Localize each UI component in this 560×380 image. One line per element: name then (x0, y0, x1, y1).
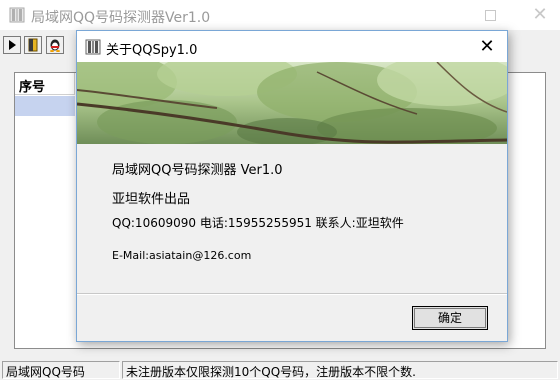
start-play-button[interactable] (3, 36, 21, 54)
contact-info-text: QQ:10609090 电话:15955255951 联系人:亚坦软件 (112, 216, 404, 230)
qq-penguin-icon (50, 39, 60, 52)
column-header-index[interactable]: 序号 (15, 73, 75, 95)
list-item[interactable] (15, 96, 75, 116)
ok-button[interactable]: 确定 (412, 306, 488, 330)
about-dialog: 关于QQSpy1.0 ✕ 局域网QQ号码探测器 Ver1.0 亚坦软件出品 QQ… (76, 30, 508, 342)
dialog-close-icon[interactable]: ✕ (475, 36, 499, 58)
publisher-text: 亚坦软件出品 (112, 192, 191, 207)
main-window-titlebar: 局域网QQ号码探测器Ver1.0 ✕ (0, 0, 560, 30)
email-text: E-Mail:asiatain@126.com (112, 249, 252, 262)
door-icon (28, 38, 38, 52)
maximize-icon[interactable] (485, 10, 496, 21)
banner-image (77, 62, 507, 144)
qq-button[interactable] (46, 36, 64, 54)
play-icon (9, 40, 16, 50)
product-name-text: 局域网QQ号码探测器 Ver1.0 (112, 163, 283, 178)
status-left-text: 局域网QQ号码 (2, 361, 120, 379)
exit-door-button[interactable] (24, 36, 42, 54)
status-bar: 局域网QQ号码 未注册版本仅限探测10个QQ号码，注册版本不限个数. (0, 360, 560, 380)
app-book-icon (9, 7, 25, 23)
dialog-book-icon (85, 39, 101, 55)
main-close-icon[interactable]: ✕ (528, 4, 552, 26)
dialog-title: 关于QQSpy1.0 (106, 43, 198, 58)
dialog-titlebar: 关于QQSpy1.0 ✕ (77, 31, 507, 62)
dialog-divider (77, 293, 507, 295)
status-right-text: 未注册版本仅限探测10个QQ号码，注册版本不限个数. (122, 361, 558, 379)
main-window-title: 局域网QQ号码探测器Ver1.0 (31, 10, 211, 26)
